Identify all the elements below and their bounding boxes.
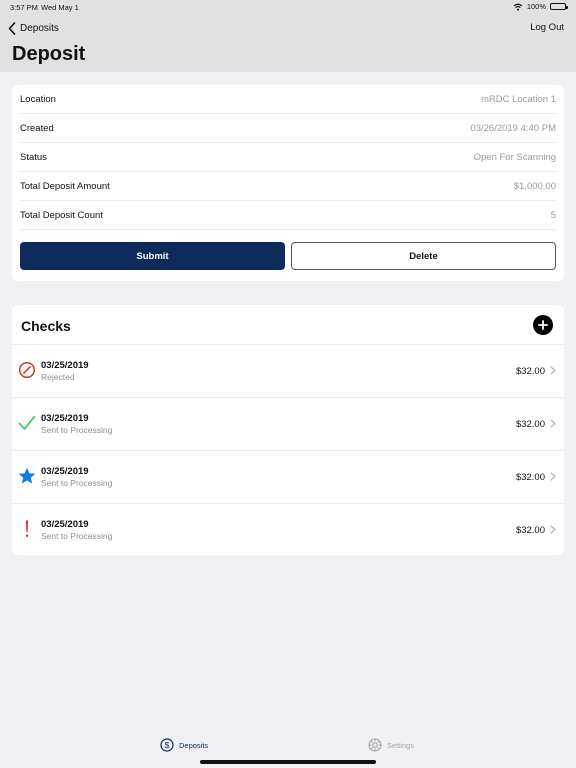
check-row[interactable]: 03/25/2019 Rejected $32.00 (12, 345, 564, 398)
check-amount: $32.00 (515, 419, 545, 430)
detail-value: 5 (550, 209, 556, 221)
exclamation-icon (25, 520, 29, 537)
checkmark-icon (18, 415, 36, 430)
check-status: Rejected (41, 372, 75, 382)
detail-row-total-count: Total Deposit Count 5 (20, 201, 556, 230)
home-indicator (200, 760, 376, 764)
tab-settings-label: Settings (387, 740, 415, 750)
check-date: 03/25/2019 (41, 519, 89, 530)
check-status: Sent to Processing (41, 531, 113, 541)
chevron-right-icon (550, 525, 556, 534)
chevron-right-icon (550, 419, 556, 428)
check-status: Sent to Processing (41, 425, 113, 435)
detail-row-location: Location mRDC Location 1 (20, 85, 556, 114)
tab-deposits-label: Deposits (179, 740, 209, 750)
add-check-button[interactable] (533, 315, 553, 335)
tab-settings[interactable]: Settings (368, 738, 414, 752)
submit-button[interactable]: Submit (20, 242, 285, 270)
svg-text:$: $ (165, 740, 170, 750)
battery-icon (550, 3, 568, 10)
status-date: Wed May 1 (41, 3, 79, 12)
detail-row-created: Created 03/26/2019 4:40 PM (20, 114, 556, 143)
checks-title: Checks (21, 318, 71, 334)
status-right: 100% (513, 2, 568, 11)
navigation-header: 3:57 PM Wed May 1 100% Deposits Log Out … (0, 0, 576, 72)
deposit-details-card: Location mRDC Location 1 Created 03/26/2… (12, 85, 564, 281)
gear-icon (368, 738, 382, 752)
check-status: Sent to Processing (41, 478, 113, 488)
detail-label: Created (20, 122, 54, 134)
checks-card: Checks 03/25/2019 Rejected $32.00 03/25/… (12, 305, 564, 555)
page-title: Deposit (12, 43, 86, 65)
star-icon (18, 467, 36, 484)
detail-label: Location (20, 93, 56, 105)
check-date: 03/25/2019 (41, 413, 89, 424)
detail-label: Total Deposit Count (20, 209, 103, 221)
chevron-left-icon (8, 21, 16, 35)
delete-button[interactable]: Delete (291, 242, 556, 270)
dollar-circle-icon: $ (160, 738, 174, 752)
detail-value: Open For Scanning (473, 151, 556, 163)
check-amount: $32.00 (515, 525, 545, 536)
detail-value: mRDC Location 1 (481, 93, 556, 105)
detail-value: 03/26/2019 4:40 PM (470, 122, 556, 134)
plus-icon (538, 320, 548, 330)
check-row[interactable]: 03/25/2019 Sent to Processing $32.00 (12, 398, 564, 451)
detail-label: Total Deposit Amount (20, 180, 110, 192)
back-button-label: Deposits (20, 22, 59, 34)
battery-percent: 100% (526, 2, 546, 11)
detail-row-status: Status Open For Scanning (20, 143, 556, 172)
detail-value: $1,000.00 (513, 180, 556, 192)
chevron-right-icon (550, 472, 556, 481)
tab-deposits[interactable]: $ Deposits (160, 738, 208, 752)
rejected-icon (18, 361, 36, 379)
chevron-right-icon (550, 366, 556, 375)
logout-button[interactable]: Log Out (530, 22, 564, 33)
check-amount: $32.00 (515, 366, 545, 377)
wifi-icon (513, 3, 523, 11)
status-bar: 3:57 PM Wed May 1 100% (0, 0, 576, 14)
check-row[interactable]: 03/25/2019 Sent to Processing $32.00 (12, 504, 564, 557)
check-date: 03/25/2019 (41, 360, 89, 371)
back-button[interactable]: Deposits (8, 20, 59, 36)
check-row[interactable]: 03/25/2019 Sent to Processing $32.00 (12, 451, 564, 504)
detail-label: Status (20, 151, 47, 163)
check-date: 03/25/2019 (41, 466, 89, 477)
check-amount: $32.00 (515, 472, 545, 483)
detail-row-total-amount: Total Deposit Amount $1,000.00 (20, 172, 556, 201)
status-time: 3:57 PM (10, 3, 38, 12)
